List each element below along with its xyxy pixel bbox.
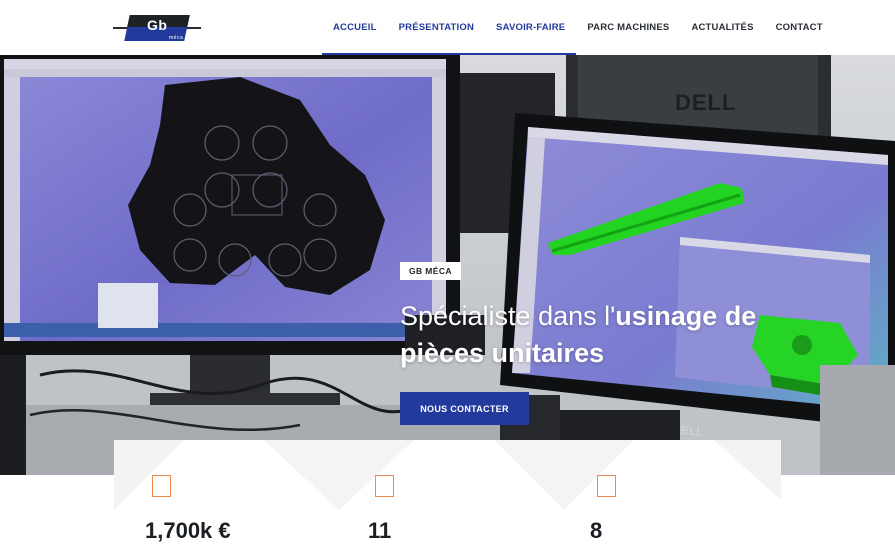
site-header: Gb méca ACCUEIL PRÉSENTATION SAVOIR-FAIR… — [0, 0, 895, 55]
nav-parc-machines[interactable]: PARC MACHINES — [576, 0, 680, 55]
stats-panel: 1,700k € 11 8 — [114, 440, 781, 552]
logo-text: Gb — [147, 17, 168, 33]
hero-tag: GB MÉCA — [400, 262, 461, 280]
gb-meca-logo[interactable]: Gb méca — [113, 13, 201, 43]
stat-value: 8 — [590, 518, 603, 543]
nav-savoir-faire[interactable]: SAVOIR-FAIRE — [485, 0, 577, 55]
square-outline-icon — [597, 475, 616, 497]
logo-subtext: méca — [169, 35, 184, 41]
square-outline-icon — [152, 475, 171, 497]
nav-accueil[interactable]: ACCUEIL — [322, 0, 388, 55]
dell-logo-back: DELL — [675, 90, 736, 115]
hero-banner: DELL DELL GB MÉCA Spécialiste dans l'usi… — [0, 55, 895, 475]
nav-presentation[interactable]: PRÉSENTATION — [387, 0, 486, 55]
stat-value: 1,700k € — [145, 518, 231, 543]
headline-bold-2: pièces unitaires — [400, 338, 605, 368]
hero-headline: Spécialiste dans l'usinage de pièces unit… — [400, 298, 820, 372]
headline-light: Spécialiste dans l' — [400, 301, 616, 331]
contact-button[interactable]: NOUS CONTACTER — [400, 392, 529, 425]
stat-value: 11 — [368, 518, 392, 543]
square-outline-icon — [375, 475, 394, 497]
nav-contact[interactable]: CONTACT — [765, 0, 834, 55]
headline-bold-1: usinage de — [615, 301, 757, 331]
stat-item: 8 — [558, 440, 780, 552]
nav-actualites[interactable]: ACTUALITÉS — [680, 0, 764, 55]
stat-item: 11 — [336, 440, 558, 552]
main-nav: ACCUEIL PRÉSENTATION SAVOIR-FAIRE PARC M… — [322, 0, 834, 55]
stat-item: 1,700k € — [114, 440, 336, 552]
